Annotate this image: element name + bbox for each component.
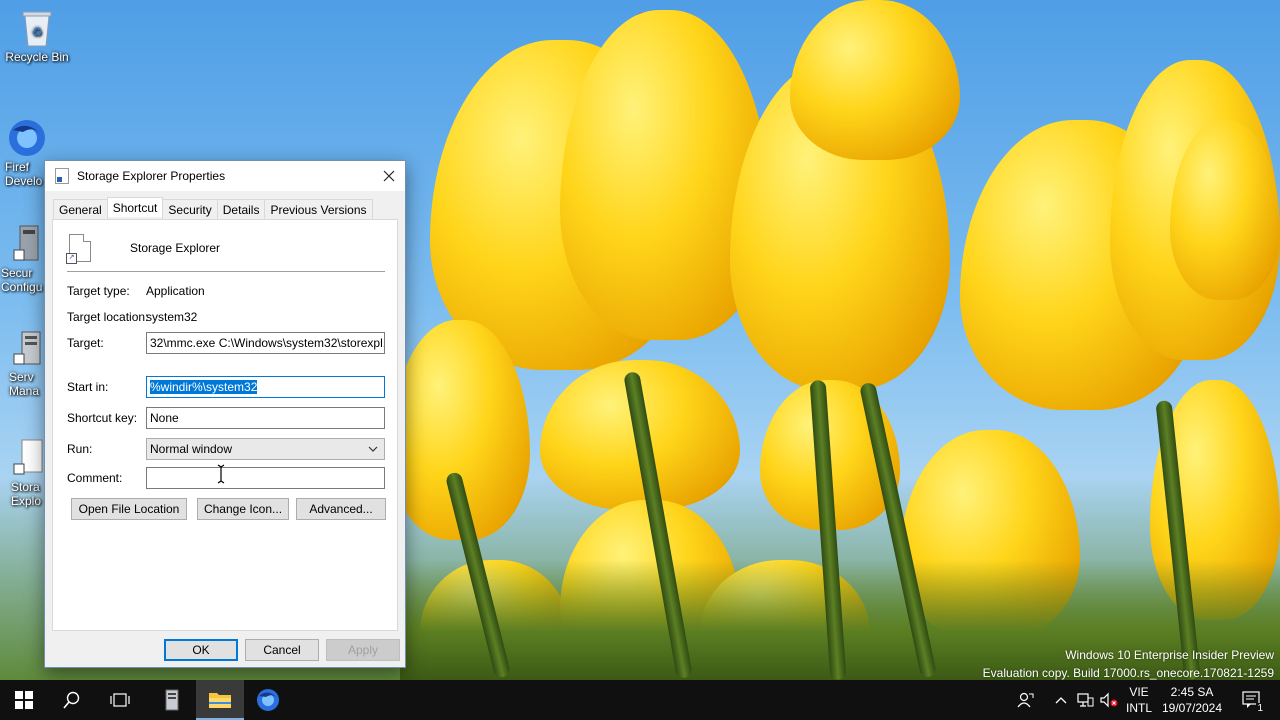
- open-file-location-button[interactable]: Open File Location: [71, 498, 187, 520]
- divider: [67, 271, 385, 272]
- evaluation-watermark: Windows 10 Enterprise Insider Preview Ev…: [983, 646, 1274, 682]
- search-button[interactable]: [48, 680, 96, 720]
- change-icon-button[interactable]: Change Icon...: [197, 498, 289, 520]
- language-code: VIE: [1129, 685, 1149, 699]
- start-in-input[interactable]: %windir%\system32: [146, 376, 385, 398]
- apply-button[interactable]: Apply: [326, 639, 400, 661]
- shortcut-tab-panel: ↗ Storage Explorer Target type: Applicat…: [52, 219, 398, 631]
- volume-muted-icon: [1100, 692, 1118, 708]
- clock[interactable]: 2:45 SA 19/07/2024: [1158, 680, 1226, 720]
- target-label: Target:: [67, 336, 104, 350]
- clock-time: 2:45 SA: [1170, 685, 1214, 699]
- tab-security[interactable]: Security: [162, 199, 218, 219]
- recycle-bin-icon: ♻: [17, 8, 57, 48]
- notification-count-badge: 1: [1256, 703, 1264, 714]
- run-select[interactable]: Normal window: [146, 438, 385, 460]
- taskbar-server-manager[interactable]: [148, 680, 196, 720]
- chevron-up-icon: [1055, 697, 1067, 704]
- tab-general[interactable]: General: [53, 199, 108, 219]
- tab-details[interactable]: Details: [216, 199, 266, 219]
- firefox-dev-icon: [257, 689, 279, 711]
- dialog-titlebar[interactable]: Storage Explorer Properties: [45, 161, 405, 191]
- comment-label: Comment:: [67, 471, 123, 485]
- windows-logo-icon: [15, 691, 33, 709]
- cancel-button[interactable]: Cancel: [245, 639, 319, 661]
- close-icon: [383, 170, 395, 182]
- task-view-icon: [110, 693, 130, 707]
- action-center-button[interactable]: 1: [1232, 680, 1272, 720]
- run-select-value: Normal window: [150, 442, 233, 456]
- desktop-icon-label: Recycle Bin: [5, 50, 69, 64]
- file-explorer-icon: [209, 693, 231, 708]
- people-icon: [1017, 692, 1034, 708]
- people-button[interactable]: [1010, 680, 1040, 720]
- keyboard-layout: INTL: [1125, 701, 1152, 715]
- watermark-line: Windows 10 Enterprise Insider Preview: [1065, 648, 1274, 662]
- comment-input[interactable]: [146, 467, 385, 489]
- properties-dialog: Storage Explorer Properties General Shor…: [44, 160, 406, 668]
- target-location-value: system32: [146, 310, 198, 324]
- network-button[interactable]: [1074, 680, 1096, 720]
- advanced-button[interactable]: Advanced...: [296, 498, 386, 520]
- server-manager-icon: [165, 689, 179, 711]
- shortcut-file-icon: [55, 168, 69, 184]
- security-config-icon: [7, 224, 47, 264]
- close-button[interactable]: [373, 161, 405, 191]
- input-language-button[interactable]: VIE INTL: [1122, 680, 1156, 720]
- run-label: Run:: [67, 442, 93, 456]
- start-button[interactable]: [0, 680, 48, 720]
- target-location-label: Target location:: [67, 310, 149, 324]
- tab-strip: General Shortcut Security Details Previo…: [53, 197, 373, 219]
- dialog-title: Storage Explorer Properties: [77, 169, 226, 183]
- network-icon: [1077, 693, 1094, 707]
- tab-shortcut[interactable]: Shortcut: [106, 197, 164, 217]
- storage-explorer-shortcut-icon: [7, 438, 47, 478]
- taskbar-file-explorer[interactable]: [196, 680, 244, 720]
- start-in-label: Start in:: [67, 380, 109, 394]
- tulip-decoration: [790, 0, 960, 160]
- shortcut-key-label: Shortcut key:: [67, 411, 138, 425]
- search-icon: [63, 691, 80, 709]
- taskbar: VIE INTL 2:45 SA 19/07/2024 1: [0, 680, 1280, 720]
- firefox-dev-icon: [7, 118, 47, 158]
- desktop-icon-recycle-bin[interactable]: ♻ Recycle Bin: [0, 8, 77, 64]
- shortcut-key-input[interactable]: None: [146, 407, 385, 429]
- tab-previous-versions[interactable]: Previous Versions: [264, 199, 373, 219]
- target-type-label: Target type:: [67, 284, 130, 298]
- start-in-selected-text: %windir%\system32: [150, 380, 258, 394]
- volume-button[interactable]: [1098, 680, 1120, 720]
- server-manager-icon: [7, 328, 47, 368]
- ok-button[interactable]: OK: [164, 639, 238, 661]
- target-input[interactable]: 32\mmc.exe C:\Windows\system32\storexpl.…: [146, 332, 385, 354]
- taskbar-firefox[interactable]: [244, 680, 292, 720]
- svg-text:♻: ♻: [32, 25, 43, 39]
- show-hidden-icons-button[interactable]: [1050, 680, 1072, 720]
- target-type-value: Application: [146, 284, 205, 298]
- shortcut-document-icon: ↗: [66, 234, 91, 264]
- shortcut-name: Storage Explorer: [130, 241, 221, 255]
- task-view-button[interactable]: [96, 680, 144, 720]
- chevron-down-icon: [368, 439, 378, 467]
- clock-date: 19/07/2024: [1161, 701, 1223, 715]
